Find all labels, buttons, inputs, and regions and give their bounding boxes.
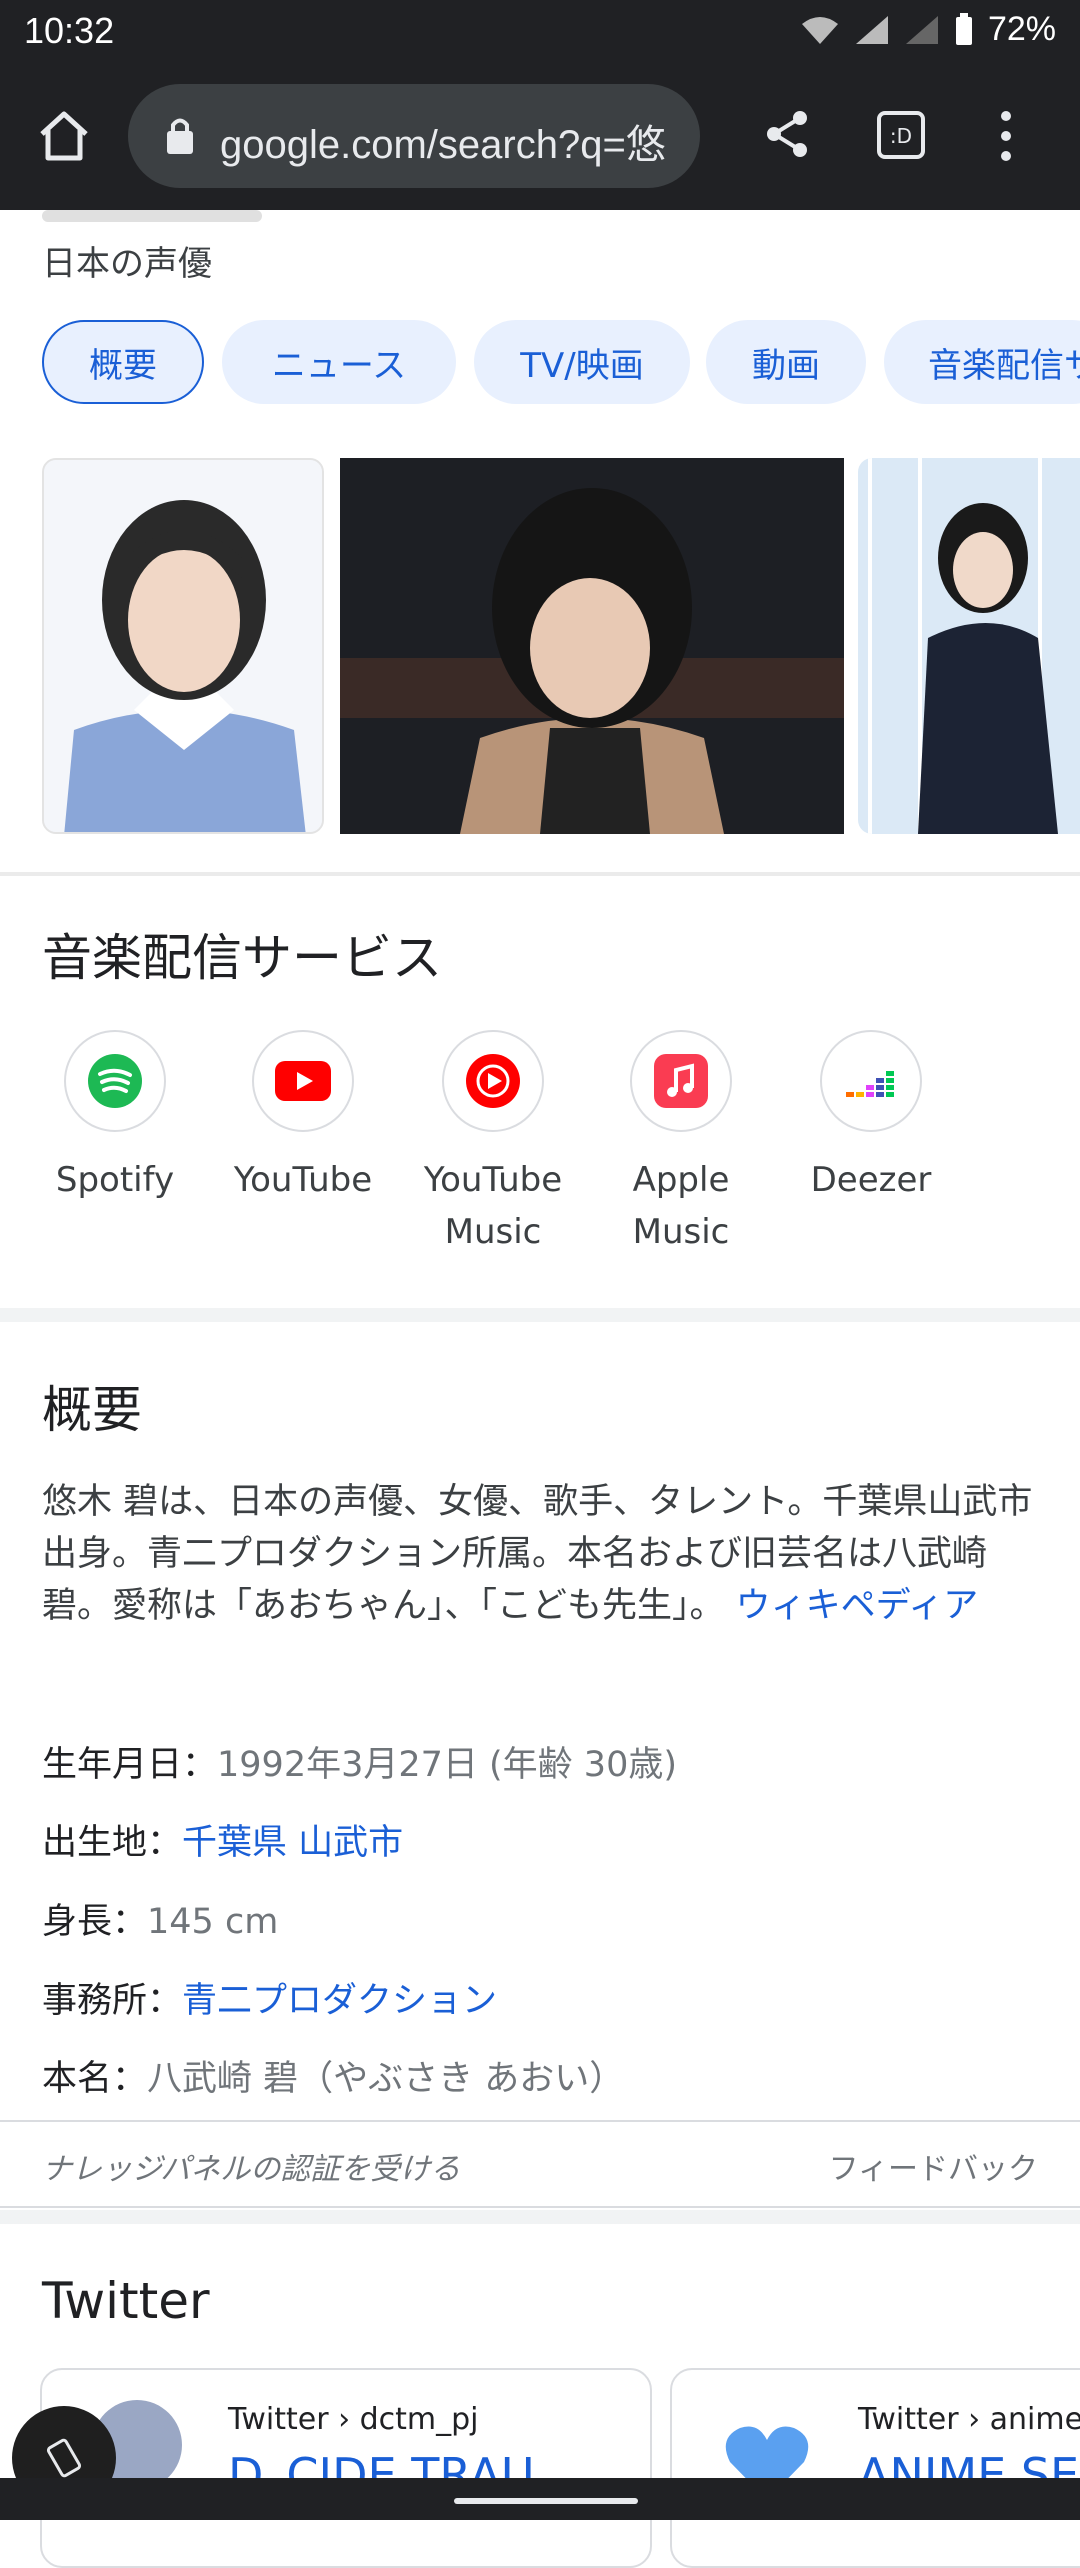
lock-icon xyxy=(167,118,193,154)
status-bar: 10:32 72% xyxy=(0,0,1080,62)
person-photo-icon-2 xyxy=(340,458,844,834)
feedback-link[interactable]: フィードバック xyxy=(829,2144,1038,2188)
service-name: Spotify xyxy=(55,1160,175,1200)
service-youtube[interactable]: YouTube xyxy=(208,1030,398,1206)
fact-real-name: 本名：八武崎 碧（やぶさき あおい） xyxy=(42,2050,624,2101)
battery-level: 72% xyxy=(987,10,1056,48)
chip-videos[interactable]: 動画 xyxy=(706,320,866,404)
address-bar[interactable]: google.com/search?q=悠 xyxy=(128,84,700,188)
signal-icon-2 xyxy=(905,15,938,44)
fact-label: 生年月日： xyxy=(42,1745,218,1785)
clipped-heading xyxy=(42,210,262,222)
rotate-icon xyxy=(46,2438,82,2478)
chip-overview[interactable]: 概要 xyxy=(42,320,204,404)
fact-value: 145 cm xyxy=(147,1902,279,1942)
overview-text: 悠木 碧は、日本の声優、女優、歌手、タレント。千葉県山武市出身。青二プロダクショ… xyxy=(42,1476,1042,1632)
fact-label: 出生地： xyxy=(42,1823,183,1863)
youtube-music-icon xyxy=(466,1054,520,1108)
twitter-card[interactable]: Twitter › dctm_pj D_CIDE TRAU xyxy=(40,2368,652,2568)
fact-agency: 事務所：青二プロダクション xyxy=(42,1972,497,2023)
fact-birthplace: 出生地：千葉県 山武市 xyxy=(42,1814,403,1865)
section-divider xyxy=(0,2210,1080,2224)
birthplace-link[interactable]: 千葉県 山武市 xyxy=(182,1823,403,1863)
service-deezer[interactable]: Deezer xyxy=(776,1030,966,1206)
service-youtube-music[interactable]: YouTube Music xyxy=(398,1030,588,1258)
status-icons: 72% xyxy=(800,10,1056,49)
service-name: YouTube Music xyxy=(423,1160,563,1252)
twitter-title: Twitter xyxy=(42,2272,210,2330)
music-section-title: 音楽配信サービス xyxy=(42,929,442,987)
youtube-icon xyxy=(275,1061,331,1101)
deezer-icon xyxy=(846,1071,894,1097)
system-nav-bar xyxy=(0,2478,1080,2520)
profile-photo-2[interactable] xyxy=(340,458,844,834)
share-icon[interactable] xyxy=(762,108,814,160)
panel-footer: ナレッジパネルの認証を受ける フィードバック xyxy=(0,2120,1080,2208)
fact-label: 本名： xyxy=(42,2059,148,2099)
tweet-source: Twitter › dctm_pj xyxy=(228,2402,479,2437)
divider xyxy=(0,872,1080,876)
agency-link[interactable]: 青二プロダクション xyxy=(182,1981,497,2021)
wifi-icon xyxy=(801,16,838,44)
browser-toolbar: google.com/search?q=悠 :D xyxy=(0,62,1080,210)
twitter-card[interactable]: Twitter › animes ANIME SE xyxy=(670,2368,1080,2568)
chip-music[interactable]: 音楽配信サ xyxy=(884,320,1080,404)
signal-icon xyxy=(855,15,888,44)
svg-text::D: :D xyxy=(890,124,912,148)
service-spotify[interactable]: Spotify xyxy=(20,1030,210,1206)
apple-music-icon xyxy=(654,1054,708,1108)
chip-news[interactable]: ニュース xyxy=(222,320,456,404)
battery-icon xyxy=(955,12,972,45)
fact-value: 1992年3月27日 (年齢 30歳) xyxy=(217,1745,677,1785)
status-time: 10:32 xyxy=(24,10,115,51)
profile-photo-1[interactable] xyxy=(42,458,324,834)
chip-tv-movies[interactable]: TV/映画 xyxy=(474,320,690,404)
service-name: Deezer xyxy=(810,1160,932,1200)
claim-panel-link[interactable]: ナレッジパネルの認証を受ける xyxy=(42,2144,460,2188)
tab-switcher-icon[interactable]: :D xyxy=(876,110,926,160)
spotify-icon xyxy=(88,1054,142,1108)
fact-value: 八武崎 碧（やぶさき あおい） xyxy=(147,2059,625,2099)
person-photo-icon-3 xyxy=(858,458,1080,834)
wikipedia-link[interactable]: ウィキペディア xyxy=(736,1586,979,1626)
home-icon[interactable] xyxy=(36,110,92,162)
fact-born: 生年月日：1992年3月27日 (年齢 30歳) xyxy=(42,1736,677,1787)
fact-height: 身長：145 cm xyxy=(42,1893,278,1944)
tweet-source: Twitter › animes xyxy=(858,2402,1080,2437)
profile-photo-3[interactable] xyxy=(858,458,1080,834)
overview-title: 概要 xyxy=(42,1381,142,1439)
service-name: Apple Music xyxy=(632,1160,730,1252)
home-gesture-bar[interactable] xyxy=(454,2498,638,2504)
fact-label: 事務所： xyxy=(42,1981,183,2021)
fact-label: 身長： xyxy=(42,1902,148,1942)
section-divider xyxy=(0,1308,1080,1322)
service-name: YouTube xyxy=(233,1160,373,1200)
person-photo-icon xyxy=(44,460,322,832)
url-text: google.com/search?q=悠 xyxy=(220,123,666,167)
more-menu-icon[interactable] xyxy=(996,110,1016,162)
entity-subtitle: 日本の声優 xyxy=(42,244,212,284)
service-apple-music[interactable]: Apple Music xyxy=(586,1030,776,1258)
